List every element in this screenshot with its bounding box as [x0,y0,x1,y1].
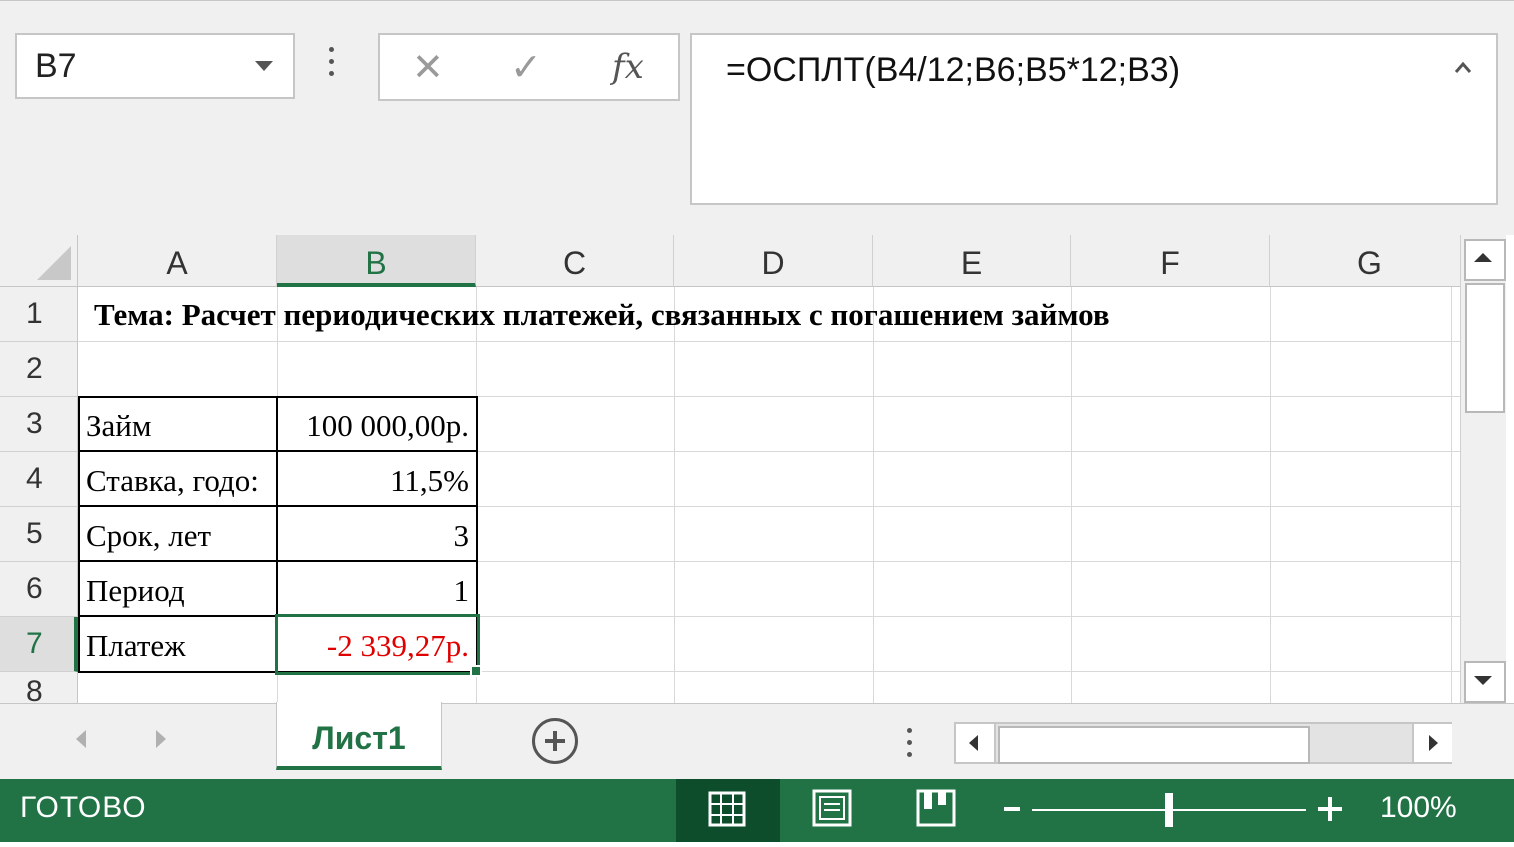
cell-a4[interactable]: Ставка, годо: [80,453,274,506]
fill-handle[interactable] [470,665,482,677]
scroll-down-button[interactable] [1464,661,1506,703]
status-bar: ГОТОВО 100% [0,779,1514,842]
more-options-icon[interactable] [906,728,914,762]
triangle-right-icon [1429,735,1438,751]
scroll-left-button[interactable] [956,724,996,762]
cell-a5[interactable]: Срок, лет [80,508,274,561]
horizontal-scrollbar[interactable] [954,722,1452,764]
more-options-icon[interactable] [328,47,336,81]
column-header-d[interactable]: D [674,235,873,287]
column-header-c[interactable]: C [476,235,674,287]
row-header-2[interactable]: 2 [0,342,78,397]
scroll-right-button[interactable] [1412,724,1452,762]
page-layout-icon [812,789,852,827]
sheet-tab-bar: Лист1 [0,702,1514,779]
page-break-view-button[interactable] [884,779,988,842]
scroll-tabs-right-icon[interactable] [156,730,166,748]
row-header-7[interactable]: 7 [0,617,78,672]
formula-input[interactable]: =ОСПЛТ(B4/12;B6;B5*12;B3) [690,33,1498,205]
triangle-up-icon [1474,253,1492,262]
name-box-value: B7 [35,47,77,85]
cell-b6[interactable]: 1 [279,563,475,616]
triangle-down-icon [1474,676,1492,685]
row-header-6[interactable]: 6 [0,562,78,617]
cell-a3[interactable]: Займ [80,398,274,451]
gridline [1071,287,1072,703]
chevron-down-icon[interactable] [255,61,273,71]
spreadsheet-grid[interactable]: A B C D E F G 1 2 3 4 5 6 7 8 Тема: Расч… [0,235,1460,703]
column-header-a[interactable]: A [78,235,277,287]
column-header-e[interactable]: E [873,235,1071,287]
insert-function-button[interactable]: fx [612,47,644,87]
cell-a6[interactable]: Период [80,563,274,616]
cell-selection[interactable] [275,614,480,675]
select-all-button[interactable] [0,235,78,287]
formula-bar-area: B7 ✕ ✓ fx =ОСПЛТ(B4/12;B6;B5*12;B3) [0,0,1514,235]
triangle-left-icon [969,735,978,751]
gridline [1451,287,1452,703]
grid-view-icon [708,791,746,827]
cell-b4[interactable]: 11,5% [279,453,475,506]
sheet-tab-list1[interactable]: Лист1 [276,702,442,770]
cell-a7[interactable]: Платеж [80,618,274,671]
vertical-scrollbar[interactable] [1460,235,1506,703]
cell-a1[interactable]: Тема: Расчет периодических платежей, свя… [78,287,1268,342]
name-box[interactable]: B7 [15,33,295,99]
normal-view-button[interactable] [676,779,780,842]
cancel-icon[interactable]: ✕ [412,45,444,90]
row-header-3[interactable]: 3 [0,397,78,452]
cell-b3[interactable]: 100 000,00р. [279,398,475,451]
chevron-up-icon[interactable] [1454,59,1472,77]
status-text: ГОТОВО [20,791,147,824]
column-header-b[interactable]: B [277,235,476,287]
row-header-1[interactable]: 1 [0,287,78,342]
check-icon[interactable]: ✓ [510,45,542,90]
vertical-scroll-thumb[interactable] [1465,283,1505,413]
plus-circle-icon[interactable] [532,718,578,764]
formula-buttons: ✕ ✓ fx [378,33,680,101]
page-break-preview-icon [916,789,956,827]
formula-text: =ОСПЛТ(B4/12;B6;B5*12;B3) [726,51,1181,89]
column-header-f[interactable]: F [1071,235,1270,287]
gridline [1270,287,1271,703]
scroll-up-button[interactable] [1464,239,1506,281]
gridline [674,287,675,703]
row-header-8[interactable]: 8 [0,672,78,703]
gridline [873,287,874,703]
zoom-in-button[interactable] [1318,797,1342,821]
scroll-tabs-left-icon[interactable] [76,730,86,748]
zoom-out-button[interactable] [1004,807,1020,811]
column-header-g[interactable]: G [1270,235,1460,287]
horizontal-scroll-thumb[interactable] [998,726,1310,764]
page-layout-view-button[interactable] [780,779,884,842]
zoom-slider-thumb[interactable] [1165,793,1173,827]
cell-b5[interactable]: 3 [279,508,475,561]
row-header-5[interactable]: 5 [0,507,78,562]
zoom-level[interactable]: 100% [1380,791,1457,825]
row-header-4[interactable]: 4 [0,452,78,507]
